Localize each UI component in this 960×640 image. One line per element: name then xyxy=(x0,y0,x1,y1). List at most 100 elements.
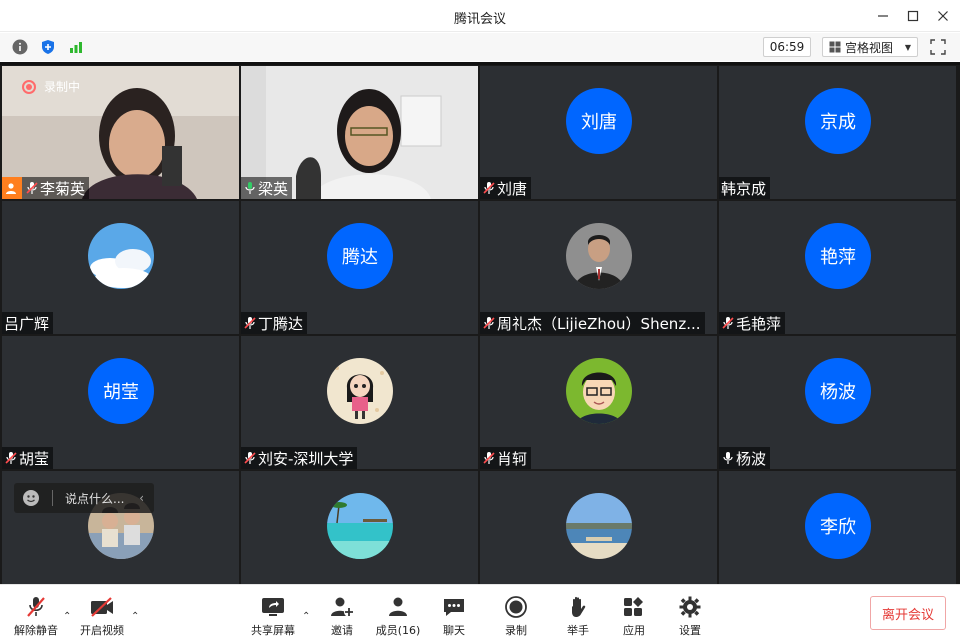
avatar xyxy=(566,493,632,559)
avatar: 杨波 xyxy=(805,358,871,424)
coast-photo xyxy=(566,493,632,559)
participant-nameplate: 李菊英 xyxy=(2,177,90,199)
share-screen-button[interactable]: 共享屏幕 xyxy=(243,595,303,638)
minimize-button[interactable] xyxy=(872,5,894,27)
participant-name: 杨波 xyxy=(736,449,767,468)
participant-nameplate: 毛艳萍 xyxy=(719,312,786,334)
video-tile[interactable]: 艳萍 毛艳萍 xyxy=(719,201,956,334)
avatar: 胡莹 xyxy=(88,358,154,424)
avatar: 京成 xyxy=(805,88,871,154)
mic-muted-icon xyxy=(244,317,256,329)
mic-muted-icon xyxy=(722,317,734,329)
caret-down-icon: ▼ xyxy=(904,42,911,52)
shield-icon xyxy=(42,40,54,54)
start-video-button[interactable]: 开启视频 xyxy=(72,595,132,638)
chat-icon xyxy=(444,599,464,616)
mic-icon xyxy=(723,452,733,464)
chat-input[interactable]: 说点什么... xyxy=(65,490,124,507)
recording-indicator: 录制中 xyxy=(22,78,80,95)
participant-name: 肖轲 xyxy=(497,449,528,468)
apps-label: 应用 xyxy=(623,624,645,637)
members-icon xyxy=(389,597,407,616)
fullscreen-icon[interactable] xyxy=(930,39,946,55)
cartoon-boy-photo xyxy=(566,358,632,424)
close-button[interactable] xyxy=(932,5,954,27)
meeting-info-bar: 06:59 宫格视图 ▼ xyxy=(0,33,960,61)
emoji-icon[interactable] xyxy=(22,489,40,507)
beach-photo xyxy=(327,493,393,559)
meeting-timer: 06:59 xyxy=(763,37,811,57)
apps-icon xyxy=(624,597,643,616)
network-status-button[interactable] xyxy=(66,37,86,57)
avatar xyxy=(327,358,393,424)
participant-name: 周礼杰（LijieZhou）Shenz... xyxy=(497,314,701,333)
record-dot-icon xyxy=(22,79,36,94)
avatar xyxy=(566,223,632,289)
chat-label: 聊天 xyxy=(443,624,465,637)
record-button[interactable]: 录制 xyxy=(486,595,546,638)
participant-name: 梁英 xyxy=(258,179,289,198)
signal-icon xyxy=(70,42,82,53)
chevron-left-icon[interactable]: ‹ xyxy=(139,491,144,505)
raise-hand-button[interactable]: 举手 xyxy=(548,595,608,638)
apps-button[interactable]: 应用 xyxy=(604,595,664,638)
video-tile[interactable]: 刘唐 刘唐 xyxy=(480,66,717,199)
mic-muted-icon xyxy=(483,452,495,464)
record-icon xyxy=(505,596,527,618)
video-tile[interactable]: 吕广辉 xyxy=(2,201,239,334)
unmute-button[interactable]: 解除静音 xyxy=(6,595,66,638)
video-tile[interactable]: 肖轲 xyxy=(480,336,717,469)
avatar xyxy=(566,358,632,424)
participant-nameplate: 周礼杰（LijieZhou）Shenz... xyxy=(480,312,705,334)
members-button[interactable]: 成员(16) xyxy=(368,595,428,638)
sky-photo xyxy=(88,223,154,289)
video-tile[interactable]: 胡莹 胡莹 xyxy=(2,336,239,469)
chat-button[interactable]: 聊天 xyxy=(424,595,484,638)
participant-nameplate: 丁腾达 xyxy=(241,312,308,334)
meeting-info-button[interactable] xyxy=(10,37,30,57)
divider xyxy=(52,490,53,506)
maximize-button[interactable] xyxy=(902,5,924,27)
invite-button[interactable]: 邀请 xyxy=(312,595,372,638)
security-button[interactable] xyxy=(38,37,58,57)
title-bar: 腾讯会议 xyxy=(0,0,960,32)
camera-off-icon xyxy=(91,597,113,617)
participant-name: 韩京成 xyxy=(721,179,767,198)
participant-name: 刘唐 xyxy=(497,179,528,198)
close-icon xyxy=(938,11,948,21)
video-tile[interactable]: 京成 韩京成 xyxy=(719,66,956,199)
view-mode-dropdown[interactable]: 宫格视图 ▼ xyxy=(822,37,918,57)
mic-muted-icon xyxy=(244,452,256,464)
participant-nameplate: 韩京成 xyxy=(719,177,771,199)
recording-label: 录制中 xyxy=(44,80,81,94)
settings-button[interactable]: 设置 xyxy=(660,595,720,638)
unmute-label: 解除静音 xyxy=(14,624,58,637)
avatar: 李欣 xyxy=(805,493,871,559)
participant-name: 毛艳萍 xyxy=(736,314,782,333)
members-label: 成员(16) xyxy=(375,624,421,637)
view-mode-label: 宫格视图 xyxy=(845,40,894,55)
video-tile[interactable]: 刘安-深圳大学 xyxy=(241,336,478,469)
video-tile[interactable]: 腾达 丁腾达 xyxy=(241,201,478,334)
video-tile[interactable]: 梁英 xyxy=(241,66,478,199)
caret-up-icon[interactable]: ⌃ xyxy=(131,611,143,622)
portrait-photo xyxy=(566,223,632,289)
participant-nameplate: 杨波 xyxy=(719,447,771,469)
participant-nameplate: 刘安-深圳大学 xyxy=(241,447,358,469)
avatar: 刘唐 xyxy=(566,88,632,154)
video-tile[interactable]: 杨波 杨波 xyxy=(719,336,956,469)
settings-label: 设置 xyxy=(679,624,701,637)
avatar: 艳萍 xyxy=(805,223,871,289)
quick-chat-bar[interactable]: 说点什么... ‹ xyxy=(14,483,154,513)
video-tile[interactable]: 周礼杰（LijieZhou）Shenz... xyxy=(480,201,717,334)
avatar xyxy=(327,493,393,559)
leave-meeting-button[interactable]: 离开会议 xyxy=(870,596,946,630)
window-title: 腾讯会议 xyxy=(453,12,506,27)
record-label: 录制 xyxy=(505,624,527,637)
mic-muted-icon xyxy=(27,597,45,617)
video-tile[interactable]: 录制中 李菊英 xyxy=(2,66,239,199)
cartoon-girl-photo xyxy=(327,358,393,424)
raise-hand-label: 举手 xyxy=(567,624,589,637)
participant-name: 李菊英 xyxy=(40,179,86,198)
participant-nameplate: 吕广辉 xyxy=(2,312,54,334)
